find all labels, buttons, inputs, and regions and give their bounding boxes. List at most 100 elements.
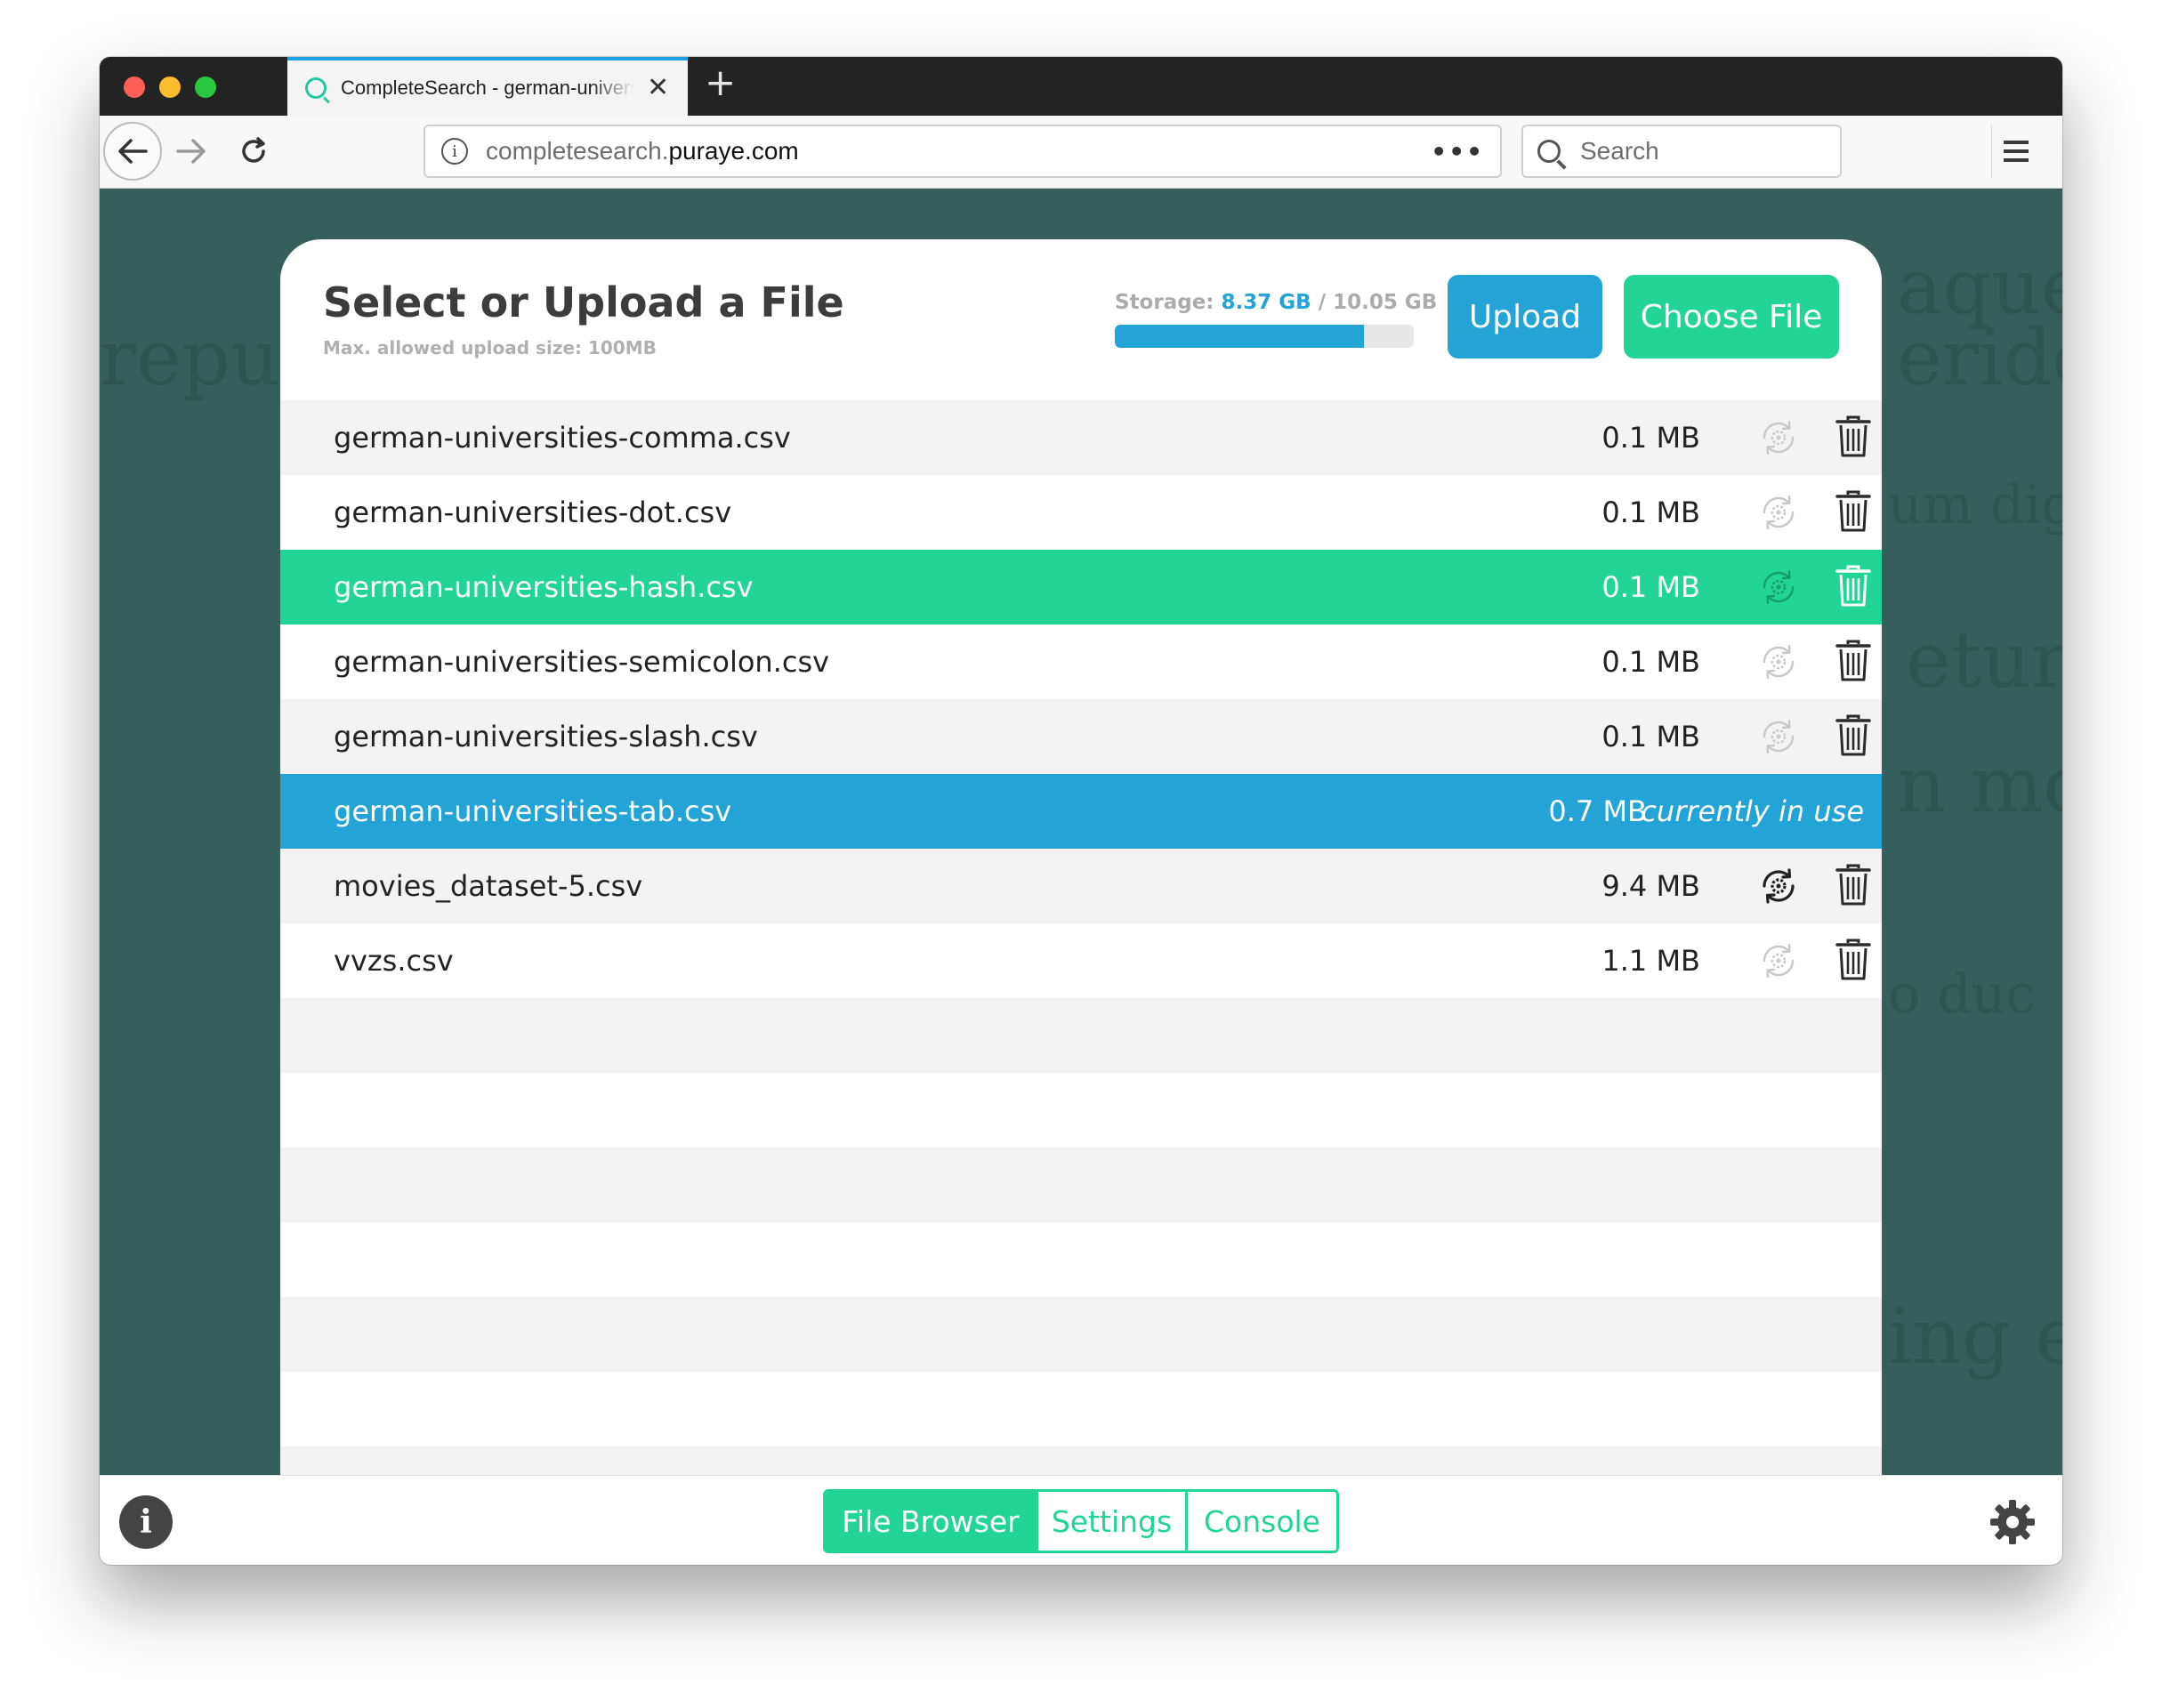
new-tab-button[interactable]: + [705,64,736,101]
background-text: repu [100,314,280,403]
file-name: german-universities-hash.csv [334,570,754,604]
file-row[interactable]: german-universities-slash.csv 0.1 MB [280,699,1882,774]
file-name: german-universities-dot.csv [334,495,732,529]
background-text: o duc [1888,963,2036,1026]
gear-cycle-icon[interactable] [1757,865,1800,907]
empty-row [280,1073,1882,1148]
arrow-right-icon [176,139,206,164]
file-row[interactable]: german-universities-hash.csv 0.1 MB [280,550,1882,624]
in-use-label: currently in use [1641,794,1864,828]
storage-text: Storage: 8.37 GB / 10.05 GB [1115,291,1437,314]
url-text[interactable]: completesearch.puraye.com [486,137,1431,165]
file-size: 0.1 MB [1601,495,1700,529]
bottom-bar: i File Browser Settings Console [100,1475,2062,1565]
upload-button[interactable]: Upload [1448,275,1602,359]
gear-cycle-icon[interactable] [1757,566,1800,608]
file-size: 0.1 MB [1601,570,1700,604]
back-button[interactable] [103,122,162,181]
file-size: 0.1 MB [1601,645,1700,679]
file-row[interactable]: german-universities-dot.csv 0.1 MB [280,475,1882,550]
tab-title: CompleteSearch - german-universities-tab… [341,77,634,99]
tab-file-browser[interactable]: File Browser [826,1492,1036,1551]
gear-cycle-icon[interactable] [1757,715,1800,758]
file-row[interactable]: german-universities-tab.csv 0.7 MB current… [280,774,1882,849]
gear-cycle-icon[interactable] [1757,416,1800,459]
background-text: ing e [1888,1293,2062,1382]
storage-label: Storage: [1115,291,1214,314]
file-name: german-universities-tab.csv [334,794,732,828]
upload-limit-note: Max. allowed upload size: 100MB [323,337,657,359]
gear-cycle-icon[interactable] [1757,491,1800,534]
toolbar-divider [1991,125,1992,178]
file-name: movies_dataset-5.csv [334,869,643,903]
title-bar: CompleteSearch - german-universities-tab… [100,57,2062,116]
trash-icon[interactable] [1835,639,1871,683]
minimize-window-button[interactable] [159,77,181,98]
page-content: repu aque eride um dign etur n mo o duc … [100,189,2062,1475]
background-text: um dign [1888,474,2062,536]
background-text: etur [1906,616,2062,705]
trash-icon[interactable] [1835,489,1871,534]
reload-icon [242,137,265,163]
tab-close-icon[interactable]: ✕ [647,75,669,101]
file-dialog: Select or Upload a File Max. allowed upl… [280,239,1882,1475]
choose-file-button[interactable]: Choose File [1624,275,1839,359]
file-list: german-universities-comma.csv 0.1 MB germa… [280,400,1882,1475]
trash-icon[interactable] [1835,713,1871,758]
file-row[interactable]: movies_dataset-5.csv 9.4 MB [280,849,1882,923]
file-size: 9.4 MB [1601,869,1700,903]
file-name: vvzs.csv [334,944,454,978]
browser-window: CompleteSearch - german-universities-tab… [100,57,2062,1565]
arrow-left-icon [118,139,148,164]
empty-row [280,1446,1882,1475]
search-favicon-icon [305,77,327,99]
gear-cycle-icon[interactable] [1757,939,1800,982]
empty-row [280,1372,1882,1446]
trash-icon[interactable] [1835,415,1871,459]
dialog-title: Select or Upload a File [323,278,844,326]
gear-cycle-icon[interactable] [1757,640,1800,683]
empty-row [280,1148,1882,1222]
storage-progress-fill [1115,325,1364,348]
browser-toolbar: i completesearch.puraye.com ••• Search [100,116,2062,189]
url-prefix: completesearch. [486,137,669,165]
tab-console[interactable]: Console [1185,1492,1336,1551]
file-row[interactable]: german-universities-semicolon.csv 0.1 MB [280,624,1882,699]
file-name: german-universities-slash.csv [334,720,758,753]
reload-button[interactable] [224,122,283,181]
trash-icon[interactable] [1835,938,1871,982]
storage-progress-bar [1115,325,1414,348]
trash-icon[interactable] [1835,863,1871,907]
file-row[interactable]: vvzs.csv 1.1 MB [280,923,1882,998]
empty-row [280,1222,1882,1297]
browser-tab[interactable]: CompleteSearch - german-universities-tab… [287,57,688,116]
info-circle-icon[interactable]: i [119,1495,173,1549]
tab-settings[interactable]: Settings [1036,1492,1185,1551]
file-size: 1.1 MB [1601,944,1700,978]
hamburger-menu-icon[interactable] [2004,141,2029,167]
file-size: 0.7 MB [1548,794,1647,828]
trash-icon[interactable] [1835,564,1871,608]
search-icon [1537,140,1561,163]
address-bar[interactable]: i completesearch.puraye.com ••• [424,125,1502,178]
url-domain: puraye.com [668,137,799,165]
file-name: german-universities-semicolon.csv [334,645,830,679]
file-size: 0.1 MB [1601,720,1700,753]
empty-row [280,998,1882,1073]
storage-meter: Storage: 8.37 GB / 10.05 GB [1115,291,1437,348]
close-window-button[interactable] [124,77,145,98]
storage-total: / 10.05 GB [1318,291,1438,314]
empty-row [280,1297,1882,1372]
file-size: 0.1 MB [1601,421,1700,455]
info-icon[interactable]: i [441,138,468,165]
page-actions-button[interactable]: ••• [1431,137,1484,166]
background-text: eride [1897,314,2062,403]
background-text: n mo [1897,741,2062,830]
maximize-window-button[interactable] [195,77,216,98]
storage-used: 8.37 GB [1221,291,1311,314]
forward-button[interactable] [162,122,221,181]
search-placeholder: Search [1580,137,1659,165]
search-field[interactable]: Search [1521,125,1842,178]
file-row[interactable]: german-universities-comma.csv 0.1 MB [280,400,1882,475]
gear-icon[interactable] [1988,1497,2037,1547]
